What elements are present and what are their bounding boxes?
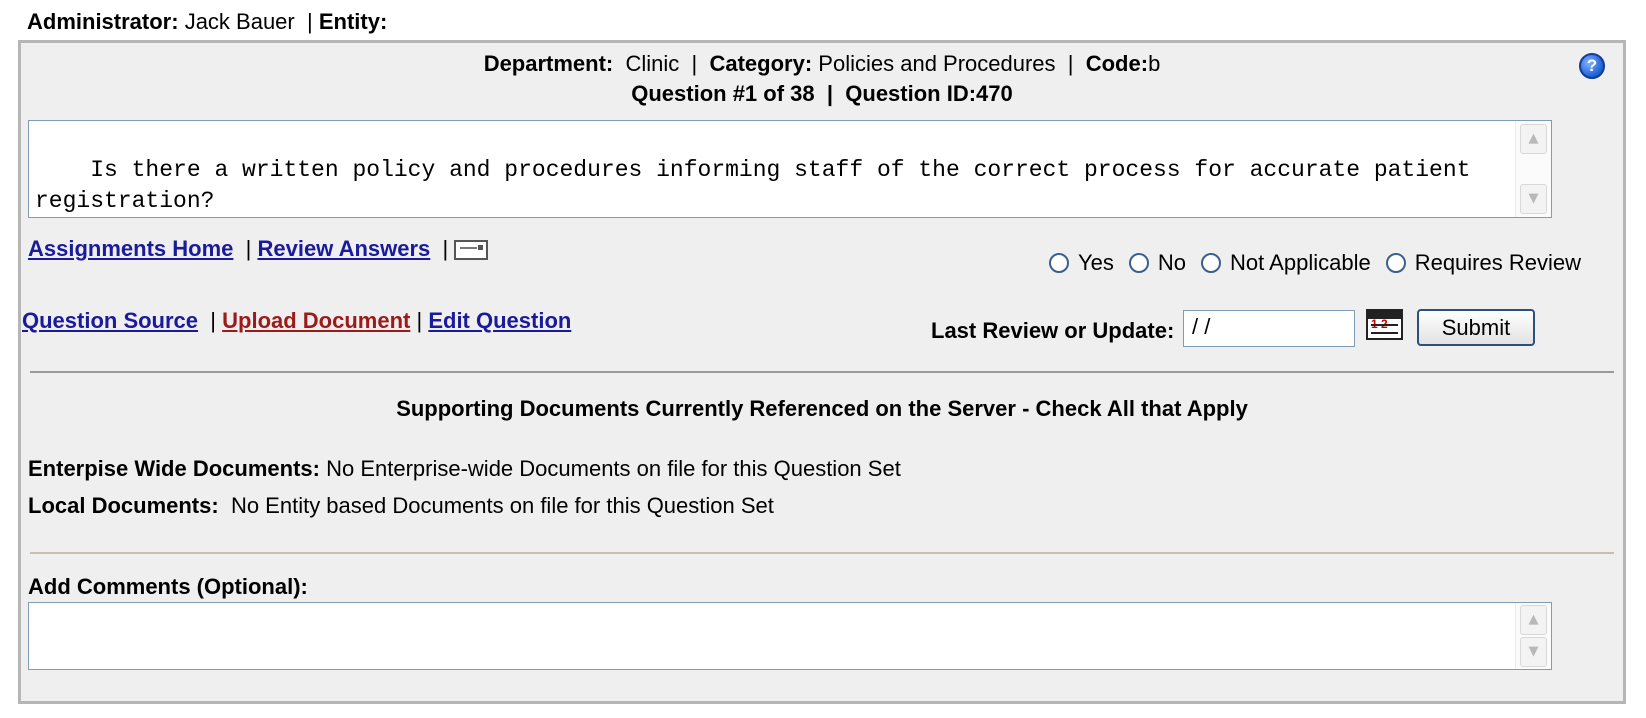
radio-not-applicable[interactable] [1201, 253, 1222, 273]
radio-not-applicable-label: Not Applicable [1230, 250, 1371, 275]
link-separator: | [210, 308, 216, 333]
calendar-icon[interactable]: 1 2 [1366, 309, 1403, 340]
question-id: Question ID:470 [845, 81, 1013, 106]
link-separator: | [245, 236, 252, 261]
edit-question-link[interactable]: Edit Question [428, 308, 571, 333]
question-meta-line: Department: Clinic | Category: Policies … [21, 51, 1623, 77]
code-value: b [1148, 51, 1161, 76]
comments-scrollbar[interactable]: ▲ ▼ [1515, 603, 1551, 669]
nav-links-secondary: Question Source | Upload Document | Edit… [22, 308, 571, 334]
assignments-home-link[interactable]: Assignments Home [28, 236, 233, 261]
entity-label: Entity: [318, 9, 388, 34]
answer-options: Yes No Not Applicable Requires Review [1049, 250, 1581, 276]
review-answers-link[interactable]: Review Answers [257, 236, 430, 261]
administrator-label: Administrator: [27, 9, 179, 34]
link-separator: | [442, 236, 449, 261]
question-scrollbar[interactable]: ▲ ▼ [1515, 121, 1551, 217]
last-review-label: Last Review or Update: [931, 318, 1175, 343]
enterprise-documents-label: Enterpise Wide Documents: [28, 456, 320, 481]
divider [30, 371, 1614, 373]
admin-separator: | [306, 9, 313, 34]
radio-yes[interactable] [1049, 253, 1070, 273]
scroll-up-icon[interactable]: ▲ [1520, 605, 1547, 635]
radio-no[interactable] [1128, 253, 1149, 273]
radio-no-label: No [1157, 250, 1187, 275]
meta-separator: | [691, 51, 698, 76]
upload-document-link[interactable]: Upload Document [222, 308, 410, 333]
radio-requires-review[interactable] [1385, 253, 1406, 273]
help-icon[interactable]: ? [1579, 53, 1605, 79]
submit-button[interactable]: Submit [1417, 309, 1535, 346]
comments-label: Add Comments (Optional): [28, 574, 308, 599]
counter-separator: | [826, 81, 834, 106]
question-counter-line: Question #1 of 38 | Question ID:470 [21, 81, 1623, 107]
local-documents-label: Local Documents: [28, 493, 219, 518]
documents-heading: Supporting Documents Currently Reference… [396, 396, 1248, 421]
enterprise-documents-row: Enterpise Wide Documents: No Enterprise-… [28, 456, 901, 482]
last-review-date-input[interactable]: / / [1183, 310, 1355, 347]
scroll-down-icon[interactable]: ▼ [1520, 637, 1547, 667]
divider [30, 552, 1614, 554]
code-label: Code: [1085, 51, 1149, 76]
question-textarea[interactable]: Is there a written policy and procedures… [28, 120, 1552, 218]
local-documents-row: Local Documents: No Entity based Documen… [28, 493, 774, 519]
question-text: Is there a written policy and procedures… [35, 157, 1485, 214]
radio-yes-label: Yes [1078, 250, 1114, 275]
question-number: Question #1 of 38 [631, 81, 815, 106]
department-value: Clinic [625, 51, 680, 76]
nav-links-primary: Assignments Home | Review Answers | [28, 236, 489, 262]
category-value: Policies and Procedures [818, 51, 1056, 76]
category-label: Category: [709, 51, 813, 76]
department-label: Department: [483, 51, 614, 76]
admin-bar: Administrator: Jack Bauer | Entity: [27, 9, 387, 35]
scroll-up-icon[interactable]: ▲ [1520, 124, 1547, 154]
scroll-down-icon[interactable]: ▼ [1520, 184, 1547, 214]
comments-textarea[interactable]: ▲ ▼ [28, 602, 1552, 670]
local-documents-value: No Entity based Documents on file for th… [230, 493, 774, 518]
administrator-name: Jack Bauer [184, 9, 295, 34]
question-source-link[interactable]: Question Source [22, 308, 198, 333]
meta-separator: | [1067, 51, 1074, 76]
envelope-icon[interactable] [454, 240, 489, 261]
question-panel: Department: Clinic | Category: Policies … [18, 40, 1626, 704]
enterprise-documents-value: No Enterprise-wide Documents on file for… [326, 456, 901, 481]
link-separator: | [416, 308, 423, 333]
radio-requires-review-label: Requires Review [1414, 250, 1581, 275]
